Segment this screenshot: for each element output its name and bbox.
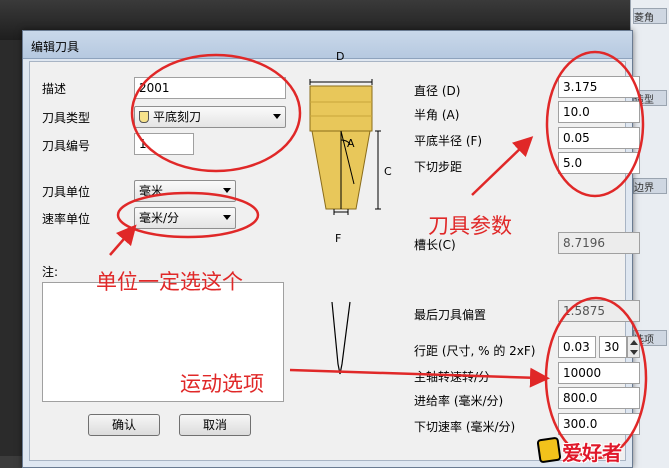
watermark-logo: 爱好者 [536, 436, 666, 465]
stepover-label: 行距 (尺寸, % 的 2xF) [414, 344, 536, 358]
flute-length-value: 8.7196 [558, 232, 640, 254]
stepdown-input[interactable]: 5.0 [558, 152, 640, 174]
stepover-input[interactable]: 0.03 [558, 336, 596, 358]
annotation-motion-options: 运动选项 [180, 372, 264, 396]
diagram-label-a: A [347, 137, 355, 150]
description-input[interactable]: 2001 [134, 77, 286, 99]
flat-endmill-icon [139, 111, 149, 123]
stepdown-label: 下切步距 [414, 160, 463, 174]
tool-type-value: 平底刻刀 [153, 110, 202, 124]
annotation-unit-note: 单位一定选这个 [96, 270, 243, 294]
feed-rate-label: 进给率 (毫米/分) [414, 394, 504, 408]
last-offset-label: 最后刀具偏置 [414, 308, 487, 322]
half-angle-input[interactable]: 10.0 [558, 101, 640, 123]
notes-label: 注: [42, 265, 59, 279]
spindle-speed-input[interactable]: 10000 [558, 362, 640, 384]
dialog-body: 描述 2001 刀具类型 平底刻刀 刀具编号 1 刀具单位 毫米 速率单位 毫米… [29, 50, 640, 461]
watermark-text: 爱好者 [562, 441, 622, 465]
plunge-rate-input[interactable]: 300.0 [558, 413, 640, 435]
stepover-spinner[interactable] [627, 336, 640, 358]
flat-radius-input[interactable]: 0.05 [558, 127, 640, 149]
cancel-button[interactable]: 取消 [179, 414, 251, 436]
diagram-label-c: C [384, 165, 392, 178]
confirm-button[interactable]: 确认 [88, 414, 160, 436]
feed-rate-input[interactable]: 800.0 [558, 387, 640, 409]
tool-unit-label: 刀具单位 [42, 185, 91, 199]
dialog-title: 编辑刀具 [31, 40, 80, 54]
rate-unit-label: 速率单位 [42, 212, 91, 226]
tool-number-label: 刀具编号 [42, 139, 91, 153]
tool-number-input[interactable]: 1 [134, 133, 194, 155]
spinner-down-icon[interactable] [630, 350, 638, 355]
tool-type-label: 刀具类型 [42, 111, 91, 125]
bg-tab-1[interactable]: 菱角 [633, 8, 667, 24]
edit-tool-dialog: 编辑刀具 描述 2001 刀具类型 平底刻刀 刀具编号 1 刀具单位 毫米 速率… [22, 30, 640, 468]
tool-diagram [309, 79, 381, 375]
diagram-label-d: D [336, 50, 345, 63]
bg-tab-3[interactable]: 边界 [633, 178, 667, 194]
diameter-input[interactable]: 3.175 [558, 76, 640, 98]
spindle-speed-label: 主轴转速转/分 [414, 370, 491, 384]
chevron-down-icon [223, 188, 231, 193]
dialog-titlebar[interactable]: 编辑刀具 [23, 31, 632, 59]
watermark-badge-icon [536, 436, 562, 464]
description-label: 描述 [42, 82, 67, 96]
annotation-tool-params: 刀具参数 [428, 214, 512, 238]
rate-unit-select[interactable]: 毫米/分 [134, 207, 236, 229]
tool-unit-select[interactable]: 毫米 [134, 180, 236, 202]
diagram-label-f: F [335, 232, 342, 245]
rate-unit-value: 毫米/分 [139, 211, 180, 225]
chevron-down-icon [223, 215, 231, 220]
stepover-percent-input[interactable]: 30 [599, 336, 627, 358]
tool-type-select[interactable]: 平底刻刀 [134, 106, 286, 128]
diameter-label: 直径 (D) [414, 84, 461, 98]
half-angle-label: 半角 (A) [414, 108, 460, 122]
tool-unit-value: 毫米 [139, 184, 164, 198]
plunge-rate-label: 下切速率 (毫米/分) [414, 420, 516, 434]
chevron-down-icon [273, 114, 281, 119]
spinner-up-icon[interactable] [630, 340, 638, 345]
flat-radius-label: 平底半径 (F) [414, 134, 483, 148]
last-offset-value: 1.5875 [558, 300, 640, 322]
